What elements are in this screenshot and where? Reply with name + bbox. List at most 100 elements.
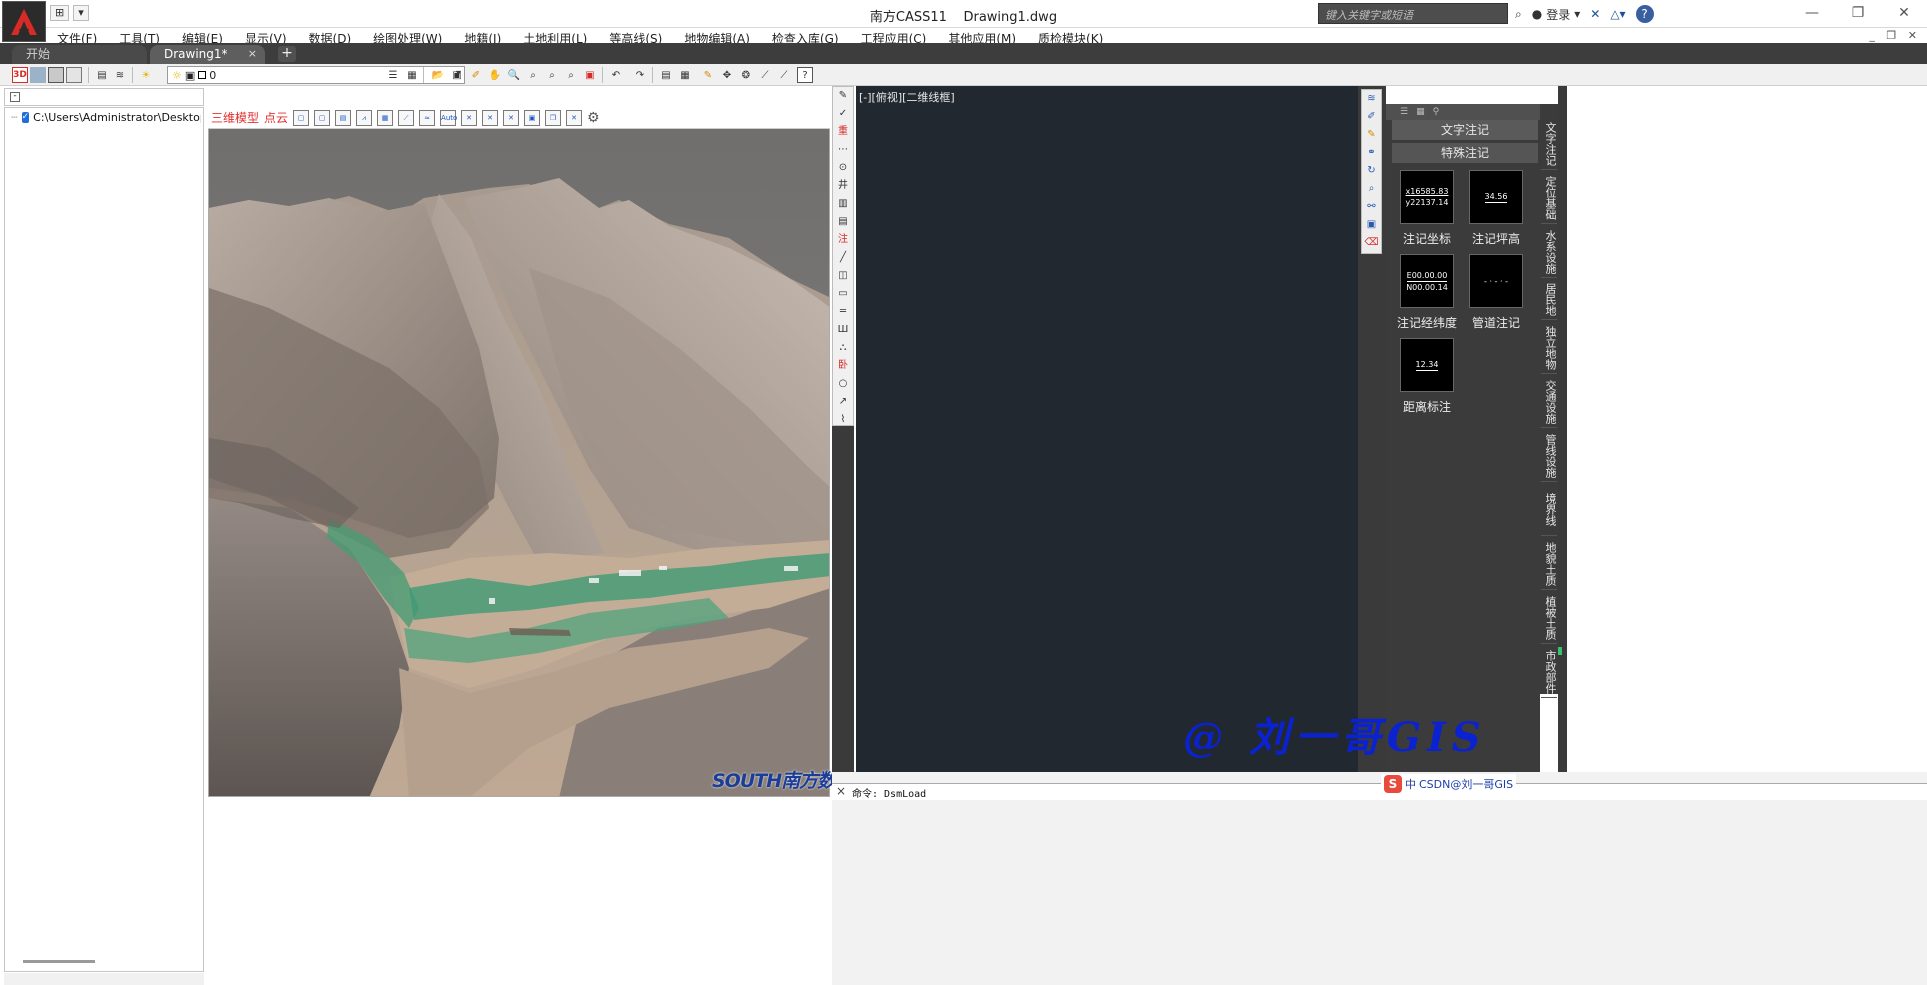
layer-select[interactable]: ☼ ▣ 0 ▾ <box>167 66 465 84</box>
grid-view-icon[interactable]: ▦ <box>1416 107 1425 117</box>
zoom-window-icon[interactable]: ⌕ <box>525 67 541 83</box>
lie-icon[interactable]: 卧 <box>833 357 853 375</box>
frame-icon[interactable]: ◫ <box>833 267 853 285</box>
properties-icon[interactable]: ▤ <box>658 67 674 83</box>
drawing-canvas[interactable]: [-][俯视][二维线框] <box>856 86 1358 772</box>
side-tab-8[interactable]: 境界线 <box>1541 484 1557 536</box>
side-tab-1[interactable]: 文字注记 <box>1541 118 1557 170</box>
a360-icon[interactable]: △▾ <box>1610 7 1625 21</box>
frame-icon[interactable]: ▣ <box>1362 216 1381 234</box>
snap-edge-icon[interactable]: ✕ <box>482 109 499 126</box>
side-tab-9[interactable]: 地貌土质 <box>1541 538 1557 590</box>
layer-toggle-icon[interactable]: ≋ <box>1362 90 1381 108</box>
check-icon[interactable]: ✓ <box>833 105 853 123</box>
extrude-icon[interactable]: ▣ <box>524 109 541 126</box>
command-text[interactable]: 命令: DsmLoad <box>852 785 926 800</box>
layer-state-icon[interactable]: ≋ <box>112 67 128 83</box>
snap-point-icon[interactable]: ✕ <box>461 109 478 126</box>
extend-icon[interactable]: ⟋ <box>776 67 792 83</box>
comb-icon[interactable]: Ш <box>833 321 853 339</box>
app-menu-button[interactable] <box>2 1 46 42</box>
side-tab-6[interactable]: 交通设施 <box>1541 376 1557 428</box>
command-close-icon[interactable]: × <box>836 784 848 798</box>
collapse-button[interactable]: - <box>10 92 20 102</box>
shaded-icon[interactable] <box>66 67 82 83</box>
grid-icon[interactable]: 井 <box>833 177 853 195</box>
auto-icon[interactable]: Auto <box>440 109 457 126</box>
3d-icon[interactable]: 3D <box>12 67 28 83</box>
zoom-icon[interactable]: 🔍 <box>506 67 522 83</box>
snap-corner-icon[interactable]: ✕ <box>503 109 520 126</box>
side-tab-4[interactable]: 居民地 <box>1541 280 1557 320</box>
palette-item-pipe[interactable]: ‐ · ‐ · ‐ 管道注记 <box>1461 254 1531 331</box>
layer-properties-icon[interactable]: ▤ <box>94 67 110 83</box>
login-button[interactable]: ● 登录 ▾ <box>1532 6 1581 23</box>
binoculars-icon[interactable]: ⌕ <box>1515 7 1522 22</box>
trim-icon[interactable]: ⟋ <box>757 67 773 83</box>
customize-quick-access-icon[interactable]: ▾ <box>73 5 89 21</box>
3d-model-button[interactable]: 三维模型 <box>211 109 259 126</box>
palette-category-text[interactable]: 文字注记 <box>1392 120 1538 140</box>
eraser-icon[interactable]: ⌫ <box>1362 234 1381 252</box>
save-icon[interactable]: ▦ <box>404 67 420 83</box>
horizontal-scrollbar[interactable] <box>23 960 95 963</box>
help-icon[interactable]: ? <box>797 67 813 83</box>
open-folder-icon[interactable]: 📂 <box>430 67 446 83</box>
frame-icon[interactable] <box>48 67 64 83</box>
command-line[interactable] <box>832 783 1927 800</box>
snap-icon[interactable]: ⚭ <box>1362 144 1381 162</box>
palette-item-distance[interactable]: 12.34 距离标注 <box>1392 338 1462 415</box>
side-tab-3[interactable]: 水系设施 <box>1541 226 1557 278</box>
copy-shape-icon[interactable]: ❐ <box>545 109 562 126</box>
target-icon[interactable]: ⊙ <box>833 159 853 177</box>
side-tab-2[interactable]: 定位基础 <box>1541 172 1557 224</box>
palette-item-latlon[interactable]: E00.00.00 N00.00.14 注记经纬度 <box>1392 254 1462 331</box>
palette-item-coordinate[interactable]: x16585.83 y22137.14 注记坐标 <box>1392 170 1462 247</box>
new-tab-button[interactable]: + <box>278 46 296 62</box>
tab-close-icon[interactable]: × <box>248 45 257 63</box>
zoom-icon[interactable]: ⌕ <box>1362 180 1381 198</box>
zoom-extent-icon[interactable]: ⌕ <box>563 67 579 83</box>
close-button[interactable]: ✕ <box>1881 0 1927 28</box>
redo-icon[interactable]: ↷ <box>632 67 648 83</box>
3d-model-view[interactable] <box>208 107 830 797</box>
point-cloud-button[interactable]: 点云 <box>264 109 288 126</box>
building-icon[interactable]: ▤ <box>335 109 352 126</box>
draw-line-icon[interactable]: ✎ <box>700 67 716 83</box>
elevation-icon[interactable]: ▦ <box>377 109 394 126</box>
annotate-icon[interactable]: 注 <box>833 231 853 249</box>
palette-category-special[interactable]: 特殊注记 <box>1392 143 1538 163</box>
search-input[interactable]: 键入关键字或短语 <box>1318 3 1508 24</box>
box-icon[interactable]: ▢ <box>293 109 310 126</box>
double-line-icon[interactable]: ═ <box>833 303 853 321</box>
side-tab-11[interactable]: 市政部件 <box>1541 646 1557 698</box>
erase-icon[interactable]: ✐ <box>468 67 484 83</box>
line-icon[interactable]: ╱ <box>833 249 853 267</box>
side-tab-7[interactable]: 管线设施 <box>1541 430 1557 482</box>
list-view-icon[interactable]: ☰ <box>1400 107 1408 117</box>
box-delete-icon[interactable]: ▢ <box>314 109 331 126</box>
restore-button[interactable]: ❐ <box>1835 0 1881 28</box>
heavy-icon[interactable]: 重 <box>833 123 853 141</box>
zoom-prev-icon[interactable]: ⌕ <box>544 67 560 83</box>
query-icon[interactable]: ✎ <box>833 87 853 105</box>
pencil-icon[interactable]: ✎ <box>1362 126 1381 144</box>
linetype-icon[interactable]: ☰ <box>385 67 401 83</box>
undo-icon[interactable]: ↶ <box>608 67 624 83</box>
list-icon[interactable]: ▤ <box>833 213 853 231</box>
side-tab-5[interactable]: 独立地物 <box>1541 322 1557 374</box>
print-icon[interactable]: ▣ <box>449 67 465 83</box>
sogou-icon[interactable]: S <box>1384 775 1402 793</box>
rotate-icon[interactable]: ↻ <box>1362 162 1381 180</box>
symbol-icon[interactable]: ⛬ <box>833 339 853 357</box>
breakline-icon[interactable]: ⟋ <box>398 109 415 126</box>
pan-icon[interactable]: ✋ <box>487 67 503 83</box>
viewport-label[interactable]: [-][俯视][二维线框] <box>859 89 955 105</box>
contour-icon[interactable]: ≈ <box>419 109 436 126</box>
circle-icon[interactable]: ○ <box>833 375 853 393</box>
dots-icon[interactable]: ⋯ <box>833 141 853 159</box>
move-icon[interactable]: ✥ <box>719 67 735 83</box>
link-icon[interactable]: ⚯ <box>1362 198 1381 216</box>
model-icon[interactable] <box>30 67 46 83</box>
help-button[interactable]: ? <box>1635 5 1654 23</box>
